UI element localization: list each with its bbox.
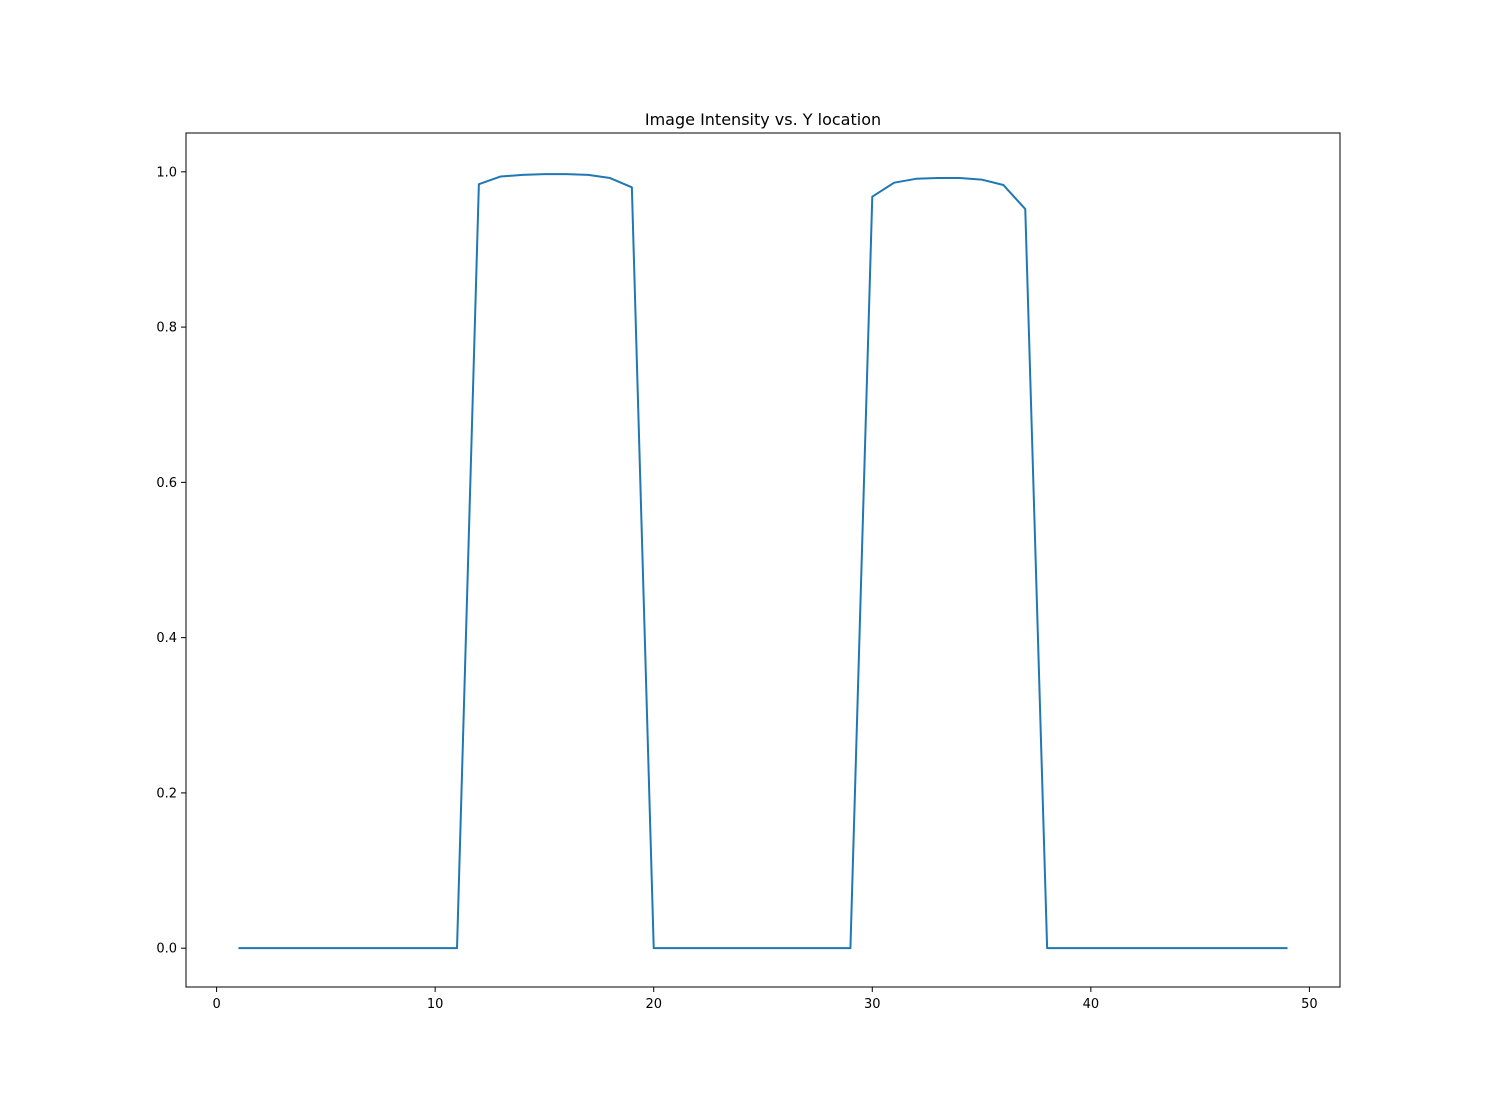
y-tick-label: 1.0	[156, 165, 177, 180]
x-tick-label: 10	[427, 997, 444, 1012]
x-tick-label: 0	[212, 997, 220, 1012]
plot-area: 0 10 20 30 40 50 0.0 0.2 0.4 0.6 0.8 1.0	[156, 132, 1341, 1012]
plot-frame	[185, 132, 1341, 988]
y-tick-label: 0.2	[156, 786, 177, 801]
y-tick-label: 0.0	[156, 942, 177, 957]
y-tick-label: 0.6	[156, 476, 177, 491]
x-tick-label: 20	[645, 997, 662, 1012]
x-tick-label: 30	[864, 997, 881, 1012]
x-tick-label: 50	[1301, 997, 1318, 1012]
y-tick-label: 0.8	[156, 321, 177, 336]
chart-title: Image Intensity vs. Y location	[645, 110, 881, 129]
x-tick-label: 40	[1083, 997, 1100, 1012]
y-tick-label: 0.4	[156, 631, 177, 646]
line-chart: Image Intensity vs. Y location 0 10 20 30 40…	[0, 0, 1489, 1109]
